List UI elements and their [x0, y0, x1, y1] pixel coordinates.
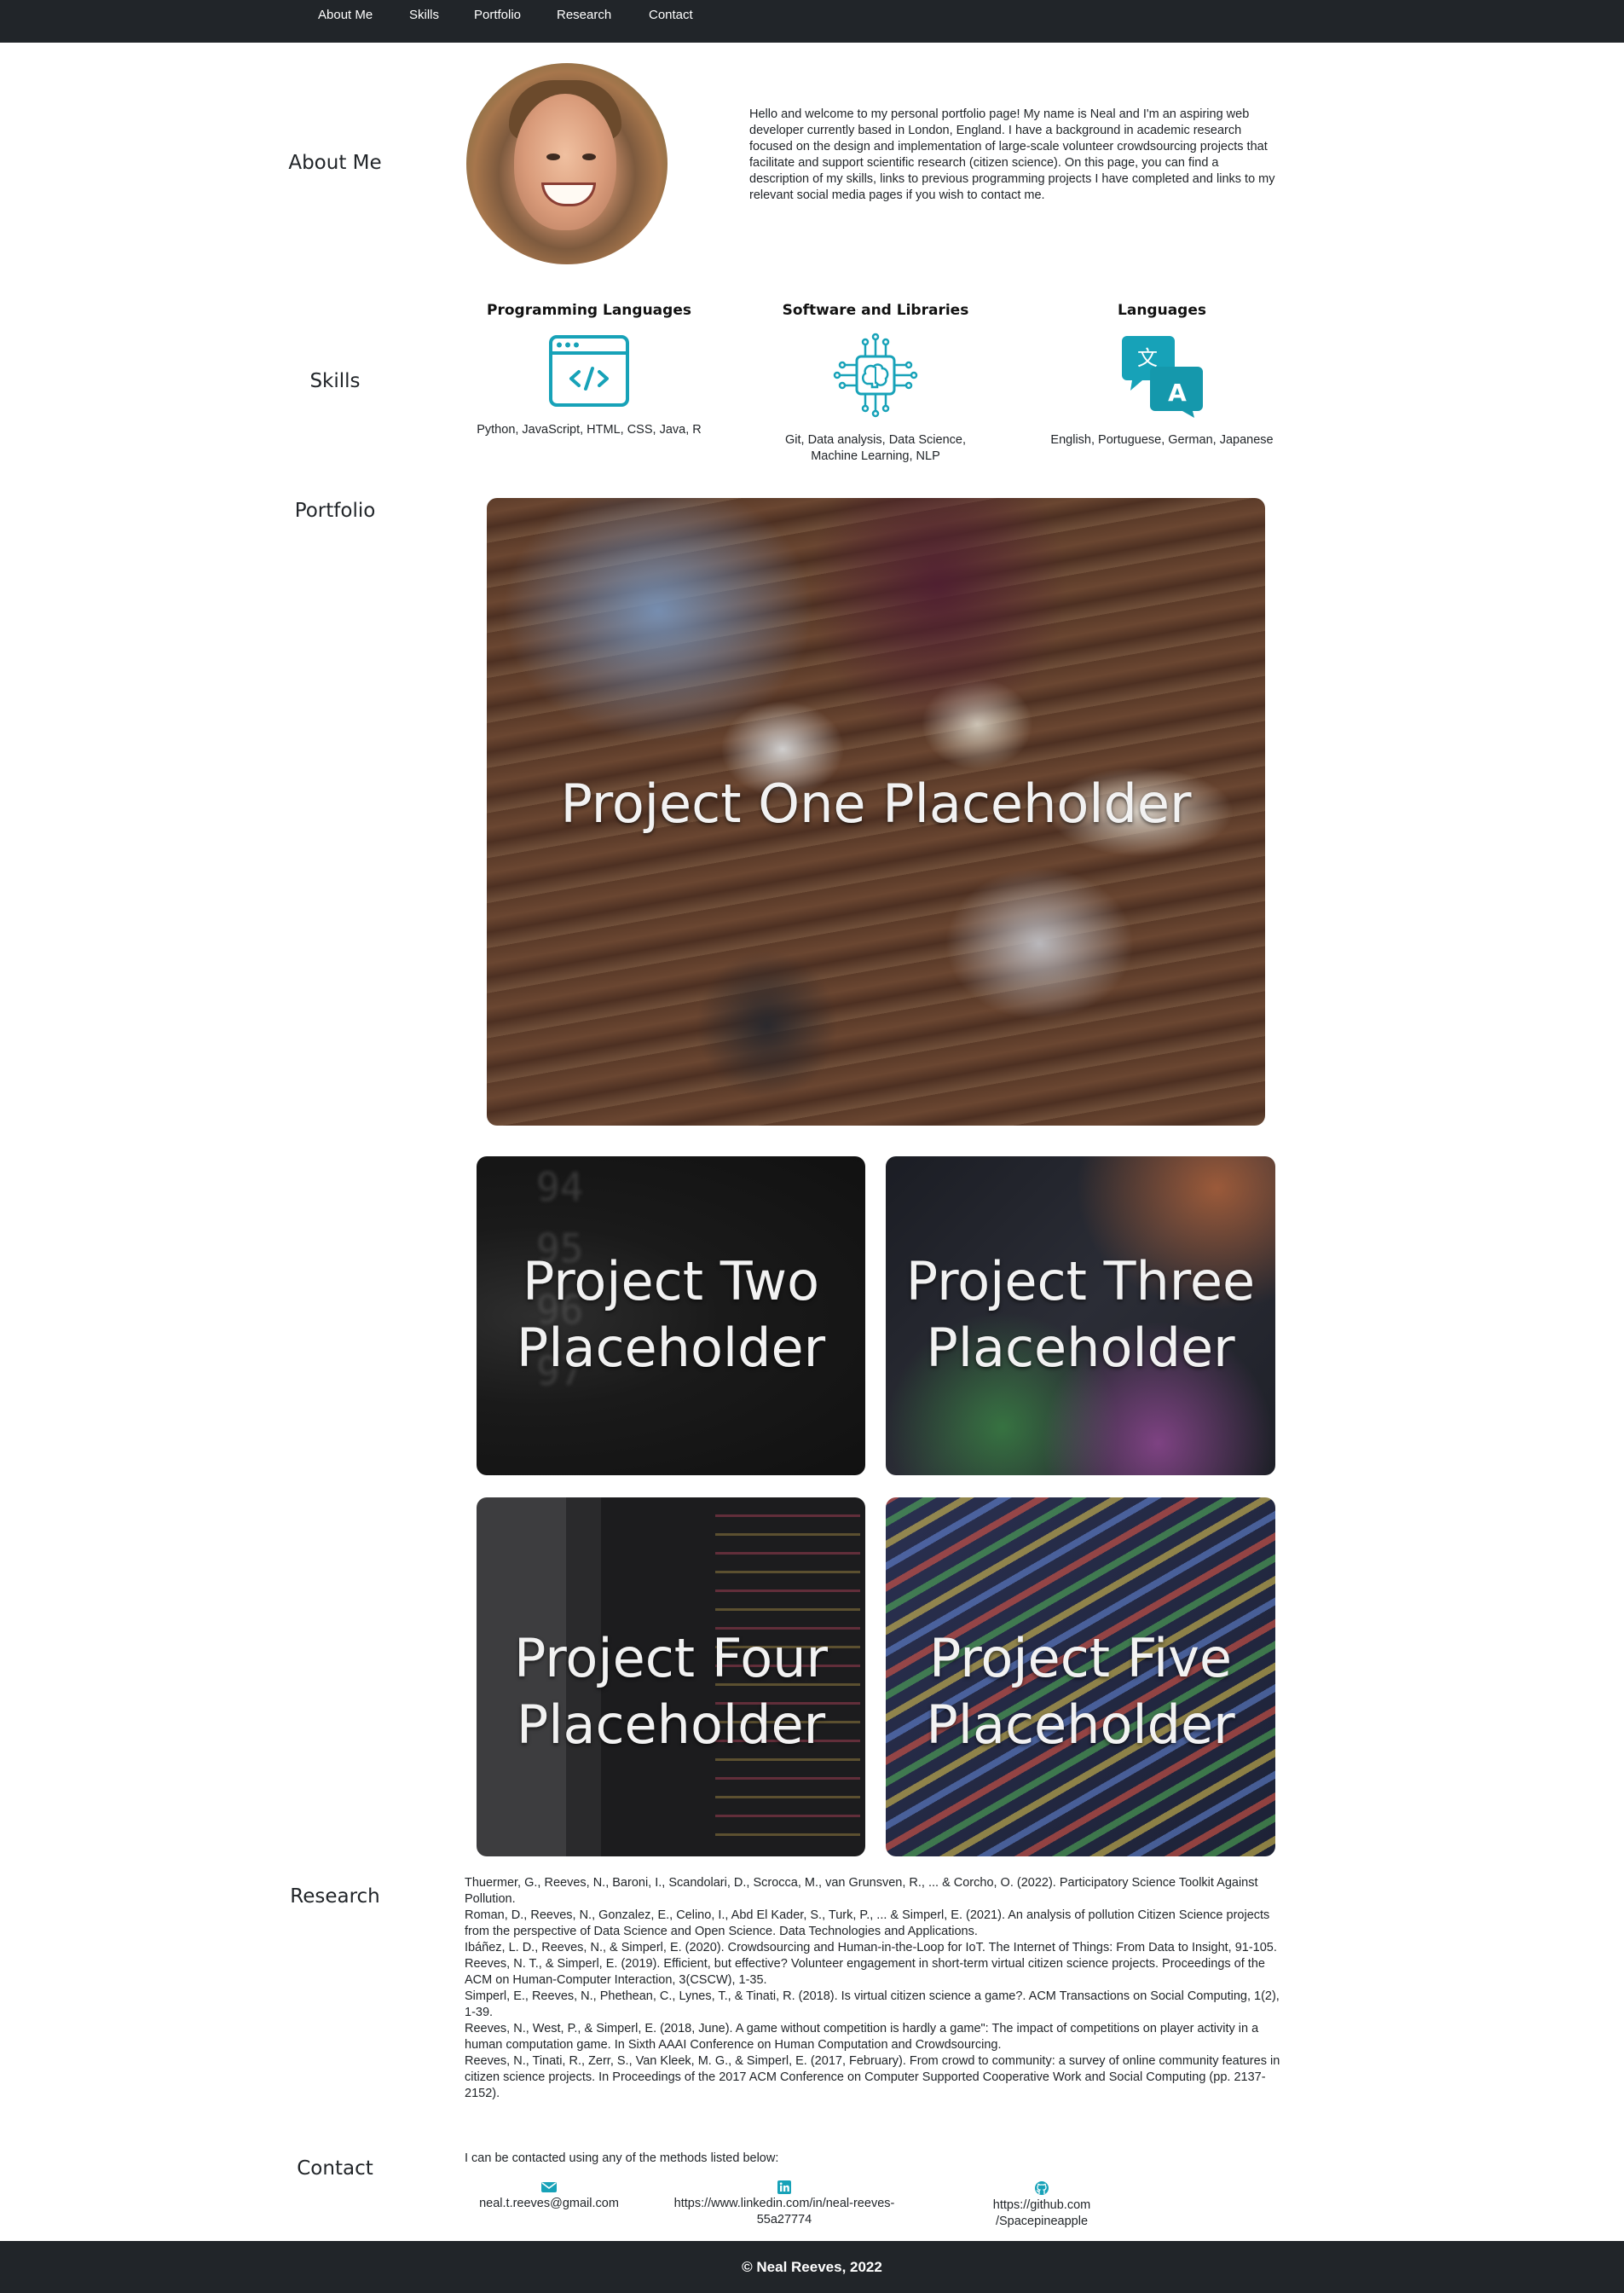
project-card-two[interactable]: 94 95 96 97 Project Two Placeholder: [477, 1156, 865, 1475]
nav-link-contact[interactable]: Contact: [649, 0, 693, 31]
project-title: Project Five Placeholder: [926, 1627, 1235, 1756]
skill-software: Software and Libraries Git, Data analysi…: [735, 302, 1016, 465]
copyright-text: © Neal Reeves, 2022: [742, 2259, 882, 2275]
project-title: Project Four Placeholder: [513, 1627, 828, 1756]
contact-email[interactable]: neal.t.reeves@gmail.com: [421, 2180, 677, 2212]
project-card-one[interactable]: Project One Placeholder: [487, 498, 1265, 1126]
translate-icon: 文 A: [1122, 336, 1203, 418]
contact-github[interactable]: https://github.com/Spacepineapple: [914, 2180, 1170, 2230]
nav-link-portfolio[interactable]: Portfolio: [474, 0, 521, 31]
skill-heading: Languages: [1118, 302, 1206, 319]
nav-link-skills[interactable]: Skills: [409, 0, 439, 31]
skill-heading: Software and Libraries: [782, 302, 969, 319]
svg-text:A: A: [1168, 379, 1187, 407]
nav-link-about[interactable]: About Me: [318, 0, 373, 31]
skill-programming: Programming Languages Python, JavaScript…: [448, 302, 730, 438]
reference-item: Thuermer, G., Reeves, N., Baroni, I., Sc…: [465, 1876, 1258, 1906]
project-title: Project Two Placeholder: [516, 1250, 826, 1379]
envelope-icon: [541, 2182, 557, 2192]
reference-item: Reeves, N., West, P., & Simperl, E. (201…: [465, 2022, 1259, 2052]
skill-description: English, Portuguese, German, Japanese: [1050, 433, 1274, 447]
skill-languages: Languages 文 A English, Portuguese, Germa…: [1021, 302, 1303, 449]
github-link[interactable]: https://github.com/Spacepineapple: [993, 2198, 1090, 2228]
reference-item: Reeves, N. T., & Simperl, E. (2019). Eff…: [465, 1957, 1265, 1987]
project-title: Project One Placeholder: [560, 773, 1192, 835]
skills-section-title: Skills: [309, 370, 361, 392]
ai-chip-icon: [833, 333, 918, 418]
skill-description: Git, Data analysis, Data Science, Machin…: [785, 433, 966, 463]
skill-heading: Programming Languages: [487, 302, 691, 319]
portfolio-section-title: Portfolio: [294, 500, 376, 522]
nav-link-research[interactable]: Research: [557, 0, 611, 31]
reference-item: Simperl, E., Reeves, N., Phethean, C., L…: [465, 1989, 1280, 2019]
svg-text:文: 文: [1137, 346, 1158, 370]
contact-intro: I can be contacted using any of the meth…: [465, 2151, 779, 2165]
reference-item: Ibáñez, L. D., Reeves, N., & Simperl, E.…: [465, 1941, 1277, 1954]
contact-section-title: Contact: [297, 2157, 373, 2180]
profile-photo: [466, 63, 668, 264]
footer: © Neal Reeves, 2022: [0, 2241, 1624, 2293]
github-icon: [1035, 2181, 1049, 2195]
research-list: Thuermer, G., Reeves, N., Baroni, I., Sc…: [465, 1875, 1283, 2102]
top-navbar: About Me Skills Portfolio Research Conta…: [0, 0, 1624, 43]
email-text[interactable]: neal.t.reeves@gmail.com: [479, 2197, 619, 2210]
project-card-four[interactable]: Project Four Placeholder: [477, 1497, 865, 1856]
reference-item: Roman, D., Reeves, N., Gonzalez, E., Cel…: [465, 1908, 1270, 1938]
linkedin-link[interactable]: https://www.linkedin.com/in/neal-reeves-…: [674, 2197, 895, 2226]
code-window-icon: [549, 335, 629, 407]
skill-description: Python, JavaScript, HTML, CSS, Java, R: [477, 423, 702, 437]
reference-item: Reeves, N., Tinati, R., Zerr, S., Van Kl…: [465, 2054, 1280, 2100]
project-card-three[interactable]: Project Three Placeholder: [886, 1156, 1275, 1475]
contact-linkedin[interactable]: https://www.linkedin.com/in/neal-reeves-…: [656, 2180, 912, 2228]
project-title: Project Three Placeholder: [905, 1250, 1256, 1379]
about-description: Hello and welcome to my personal portfol…: [749, 107, 1275, 202]
linkedin-icon: [777, 2180, 791, 2194]
about-section-title: About Me: [288, 152, 382, 174]
research-section-title: Research: [290, 1885, 380, 1908]
project-card-five[interactable]: Project Five Placeholder: [886, 1497, 1275, 1856]
